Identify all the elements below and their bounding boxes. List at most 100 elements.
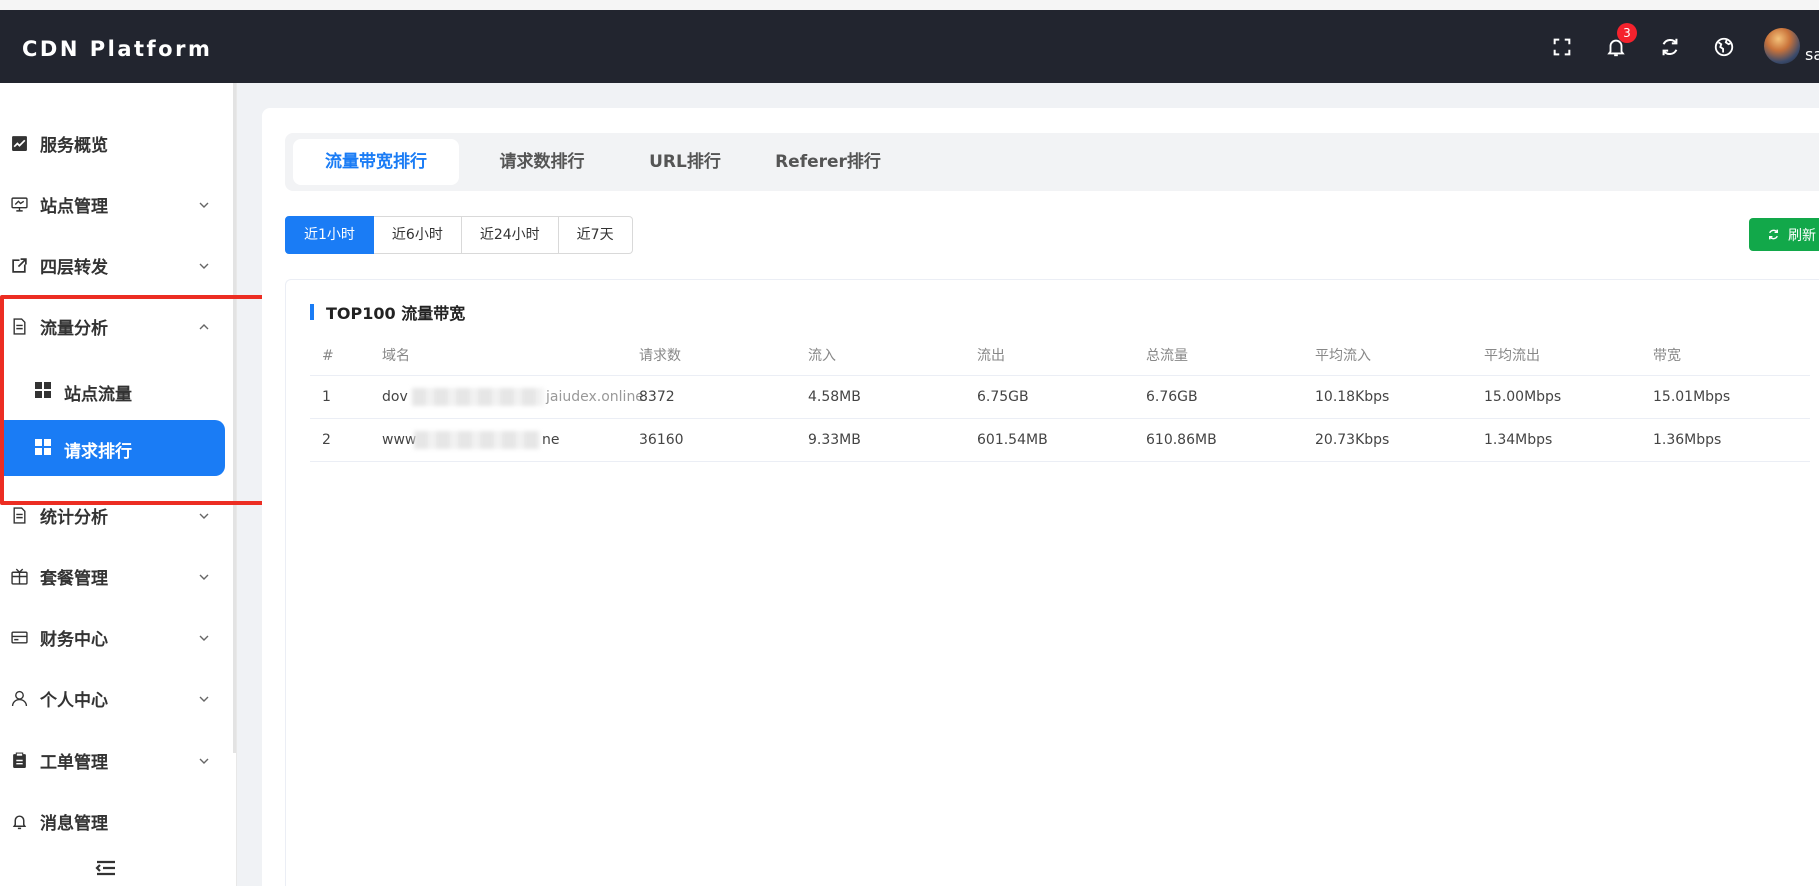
sidebar-item-tickets[interactable]: 工单管理 bbox=[0, 732, 237, 788]
fullscreen-icon bbox=[1553, 38, 1571, 55]
sidebar-item-messages[interactable]: 消息管理 bbox=[0, 793, 237, 849]
time-24h-button[interactable]: 近24小时 bbox=[461, 216, 559, 254]
sidebar-item-label: 消息管理 bbox=[40, 813, 108, 834]
chevron-down-icon bbox=[197, 258, 211, 272]
cell-domain: dov bbox=[382, 389, 408, 405]
cell-bandwidth: 15.01Mbps bbox=[1653, 389, 1731, 405]
sidebar-item-label: 财务中心 bbox=[40, 629, 108, 650]
user-icon bbox=[10, 689, 28, 707]
cell-total-traffic: 610.86MB bbox=[1146, 432, 1217, 448]
sidebar-item-finance[interactable]: 财务中心 bbox=[0, 609, 237, 665]
column-header: 流入 bbox=[808, 348, 836, 364]
table-row[interactable]: 1 dov jaiudex.online 8372 4.58MB 6.75GB … bbox=[310, 376, 1810, 419]
tab-request-count[interactable]: 请求数排行 bbox=[467, 139, 617, 185]
sidebar-item-packages[interactable]: 套餐管理 bbox=[0, 548, 237, 604]
chevron-down-icon bbox=[197, 508, 211, 522]
redacted-domain bbox=[414, 431, 540, 449]
column-header: 带宽 bbox=[1653, 348, 1681, 364]
sidebar-item-label: 站点管理 bbox=[40, 196, 108, 217]
title-accent-bar bbox=[310, 304, 314, 320]
chart-icon bbox=[10, 134, 28, 152]
globe-icon bbox=[1714, 37, 1734, 56]
section-title: TOP100 流量带宽 bbox=[310, 303, 465, 323]
cell-rank: 2 bbox=[322, 432, 331, 448]
cell-inbound: 9.33MB bbox=[808, 432, 861, 448]
notification-badge: 3 bbox=[1617, 23, 1637, 43]
cell-domain-suffix: ne bbox=[542, 432, 560, 448]
column-header: 流出 bbox=[977, 348, 1005, 364]
time-range-group: 近1小时 近6小时 近24小时 近7天 bbox=[285, 216, 633, 254]
ranking-table: # 域名 请求数 流入 流出 总流量 平均流入 平均流出 带宽 1 dov ja… bbox=[310, 336, 1810, 462]
time-1h-button[interactable]: 近1小时 bbox=[285, 216, 374, 254]
table-header-row: # 域名 请求数 流入 流出 总流量 平均流入 平均流出 带宽 bbox=[310, 336, 1810, 376]
cell-avg-inbound: 20.73Kbps bbox=[1315, 432, 1390, 448]
sidebar-item-profile[interactable]: 个人中心 bbox=[0, 670, 237, 726]
sidebar-collapse-button[interactable] bbox=[95, 859, 117, 877]
sidebar-item-label: 服务概览 bbox=[40, 135, 108, 156]
column-header: 域名 bbox=[382, 348, 410, 364]
column-header: # bbox=[322, 348, 334, 364]
sidebar-item-label: 套餐管理 bbox=[40, 568, 108, 589]
share-icon bbox=[10, 256, 28, 274]
time-7d-button[interactable]: 近7天 bbox=[558, 216, 633, 254]
chevron-down-icon bbox=[197, 197, 211, 211]
sidebar-item-l4-forward[interactable]: 四层转发 bbox=[0, 237, 237, 293]
cell-outbound: 601.54MB bbox=[977, 432, 1048, 448]
sidebar-item-label: 个人中心 bbox=[40, 690, 108, 711]
column-header: 总流量 bbox=[1146, 348, 1188, 364]
username[interactable]: sa bbox=[1805, 45, 1819, 64]
monitor-icon bbox=[10, 195, 28, 213]
redacted-domain bbox=[412, 388, 544, 406]
reload-button[interactable] bbox=[1643, 10, 1697, 83]
refresh-label: 刷新 bbox=[1788, 227, 1816, 244]
cell-requests: 36160 bbox=[639, 432, 684, 448]
sidebar-item-overview[interactable]: 服务概览 bbox=[0, 115, 237, 171]
sidebar-item-statistics[interactable]: 统计分析 bbox=[0, 487, 237, 543]
cell-rank: 1 bbox=[322, 389, 331, 405]
brand-logo[interactable]: CDN Platform bbox=[22, 37, 212, 61]
sidebar-subitem-site-traffic[interactable]: 站点流量 bbox=[0, 363, 237, 419]
refresh-button[interactable]: 刷新 bbox=[1749, 218, 1819, 251]
tab-url[interactable]: URL排行 bbox=[625, 139, 745, 185]
ranking-tabs: 流量带宽排行 请求数排行 URL排行 Referer排行 bbox=[285, 133, 1819, 191]
cell-avg-outbound: 15.00Mbps bbox=[1484, 389, 1562, 405]
browser-top-strip bbox=[0, 0, 1819, 10]
sidebar-item-label: 工单管理 bbox=[40, 752, 108, 773]
cell-bandwidth: 1.36Mbps bbox=[1653, 432, 1722, 448]
chevron-down-icon bbox=[197, 753, 211, 767]
cell-requests: 8372 bbox=[639, 389, 675, 405]
column-header: 平均流出 bbox=[1484, 348, 1540, 364]
sidebar-item-label: 统计分析 bbox=[40, 507, 108, 528]
sidebar-item-label: 流量分析 bbox=[40, 318, 108, 339]
sidebar-subitem-request-ranking[interactable]: 请求排行 bbox=[0, 420, 225, 476]
card-icon bbox=[10, 628, 28, 646]
document-icon bbox=[10, 317, 28, 335]
notification-button[interactable]: 3 bbox=[1589, 10, 1643, 83]
sidebar-item-sites[interactable]: 站点管理 bbox=[0, 176, 237, 232]
chevron-down-icon bbox=[197, 569, 211, 583]
sidebar-item-traffic-analysis[interactable]: 流量分析 bbox=[0, 298, 237, 354]
language-button[interactable] bbox=[1697, 10, 1751, 83]
bell-icon bbox=[10, 812, 28, 830]
cell-domain: www bbox=[382, 432, 417, 448]
table-row[interactable]: 2 www ne 36160 9.33MB 601.54MB 610.86MB … bbox=[310, 419, 1810, 462]
sidebar-subitem-label: 站点流量 bbox=[64, 385, 132, 405]
refresh-icon bbox=[1769, 229, 1778, 240]
package-icon bbox=[10, 567, 28, 585]
fullscreen-button[interactable] bbox=[1535, 10, 1589, 83]
cell-inbound: 4.58MB bbox=[808, 389, 861, 405]
grid-icon bbox=[35, 382, 51, 398]
refresh-icon bbox=[1662, 38, 1678, 55]
cell-domain-suffix: jaiudex.online bbox=[546, 389, 644, 405]
cell-total-traffic: 6.76GB bbox=[1146, 389, 1198, 405]
tab-referer[interactable]: Referer排行 bbox=[753, 139, 903, 185]
time-6h-button[interactable]: 近6小时 bbox=[373, 216, 462, 254]
chevron-up-icon bbox=[197, 319, 211, 333]
tab-traffic-bandwidth[interactable]: 流量带宽排行 bbox=[293, 139, 459, 185]
sidebar: 服务概览 站点管理 四层转发 流量分析 站点流量 请求排行 统计分析 套餐管理 … bbox=[0, 83, 237, 886]
clipboard-icon bbox=[10, 751, 28, 769]
column-header: 平均流入 bbox=[1315, 348, 1371, 364]
avatar[interactable] bbox=[1764, 28, 1800, 64]
sidebar-item-label: 四层转发 bbox=[40, 257, 108, 278]
cell-avg-inbound: 10.18Kbps bbox=[1315, 389, 1390, 405]
